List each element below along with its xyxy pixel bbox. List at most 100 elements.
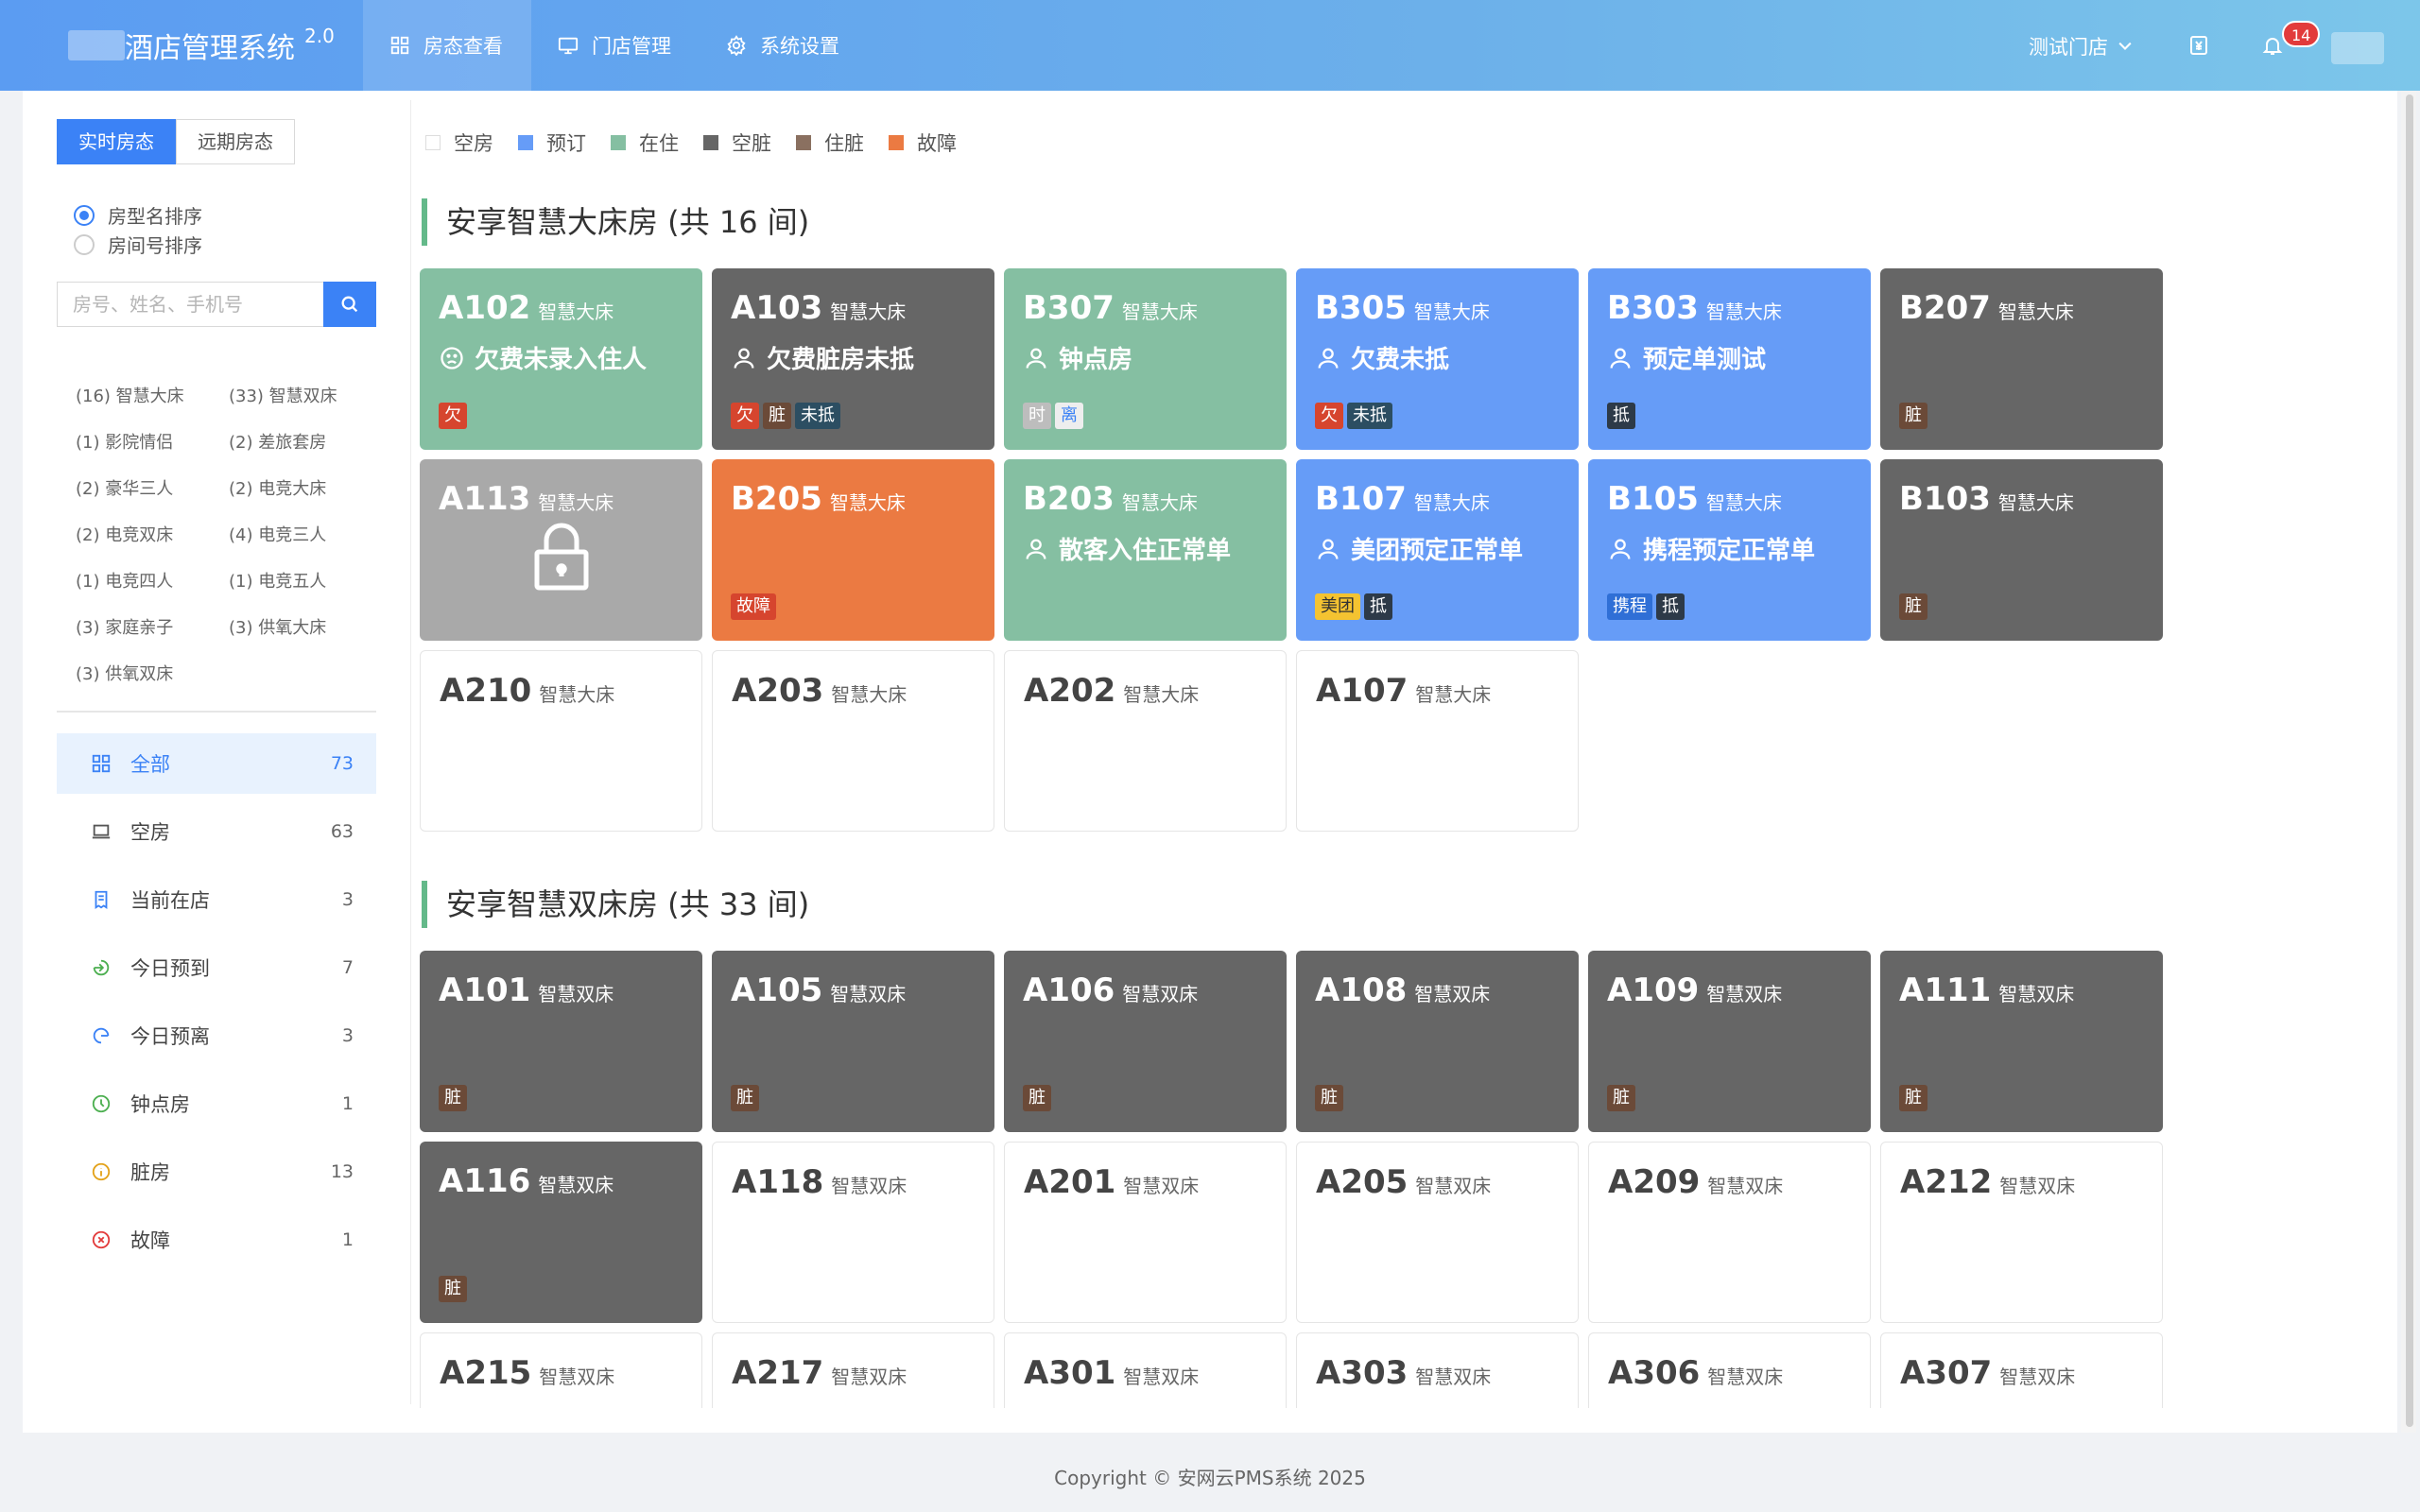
- room-card[interactable]: A118 智慧双床: [712, 1142, 994, 1323]
- room-card[interactable]: A111 智慧双床脏: [1880, 951, 2163, 1132]
- room-card[interactable]: B307 智慧大床 钟点房时离: [1004, 268, 1287, 450]
- room-number: A108: [1315, 971, 1408, 1009]
- room-type-item[interactable]: (2) 电竞大床: [229, 478, 378, 501]
- room-card[interactable]: A210 智慧大床: [420, 650, 702, 832]
- room-card[interactable]: A306 智慧双床: [1588, 1332, 1871, 1408]
- tab-future[interactable]: 远期房态: [176, 119, 295, 164]
- room-card[interactable]: B107 智慧大床 美团预定正常单 美团抵: [1296, 459, 1579, 641]
- store-selector[interactable]: 测试门店: [2029, 32, 2135, 60]
- room-card[interactable]: B303 智慧大床 预定单测试抵: [1588, 268, 1871, 450]
- room-card[interactable]: A209 智慧双床: [1588, 1142, 1871, 1323]
- status-tag: 脏: [1315, 1085, 1343, 1111]
- room-number: A203: [732, 672, 824, 710]
- room-card[interactable]: A113 智慧大床: [420, 459, 702, 641]
- room-type-item[interactable]: (1) 电竞五人: [229, 571, 378, 593]
- guest-info: 欠费未录入住人: [439, 340, 683, 375]
- room-type-item[interactable]: (3) 家庭亲子: [76, 617, 229, 640]
- nav-store-management[interactable]: 门店管理: [531, 0, 700, 91]
- notification-badge: 14: [2282, 21, 2321, 47]
- radio-unchecked[interactable]: [74, 233, 95, 255]
- status-tag: 抵: [1656, 593, 1685, 620]
- room-card[interactable]: A103 智慧大床 欠费脏房未抵欠脏未抵: [712, 268, 994, 450]
- room-type-item[interactable]: (16) 智慧大床: [76, 386, 229, 408]
- room-number: A106: [1023, 971, 1115, 1009]
- nav-room-status[interactable]: 房态查看: [363, 0, 531, 91]
- filter-item[interactable]: 今日预离 3: [57, 1005, 376, 1066]
- room-card[interactable]: A201 智慧双床: [1004, 1142, 1287, 1323]
- status-tag: 携程: [1607, 593, 1652, 620]
- room-card[interactable]: A203 智慧大床: [712, 650, 994, 832]
- room-type-item[interactable]: (2) 豪华三人: [76, 478, 229, 501]
- sort-by-type[interactable]: 房型名排序: [74, 200, 202, 230]
- filter-label: 当前在店: [130, 889, 210, 912]
- room-type-item[interactable]: (3) 供氧双床: [76, 663, 229, 686]
- guest-name: 欠费未录入住人: [475, 346, 648, 374]
- filter-item[interactable]: 今日预到 7: [57, 937, 376, 998]
- bell-icon[interactable]: [2261, 34, 2284, 57]
- room-card[interactable]: A108 智慧双床脏: [1296, 951, 1579, 1132]
- room-card[interactable]: A303 智慧双床: [1296, 1332, 1579, 1408]
- room-type: 智慧大床: [830, 301, 907, 323]
- status-tag: 时: [1023, 403, 1051, 429]
- room-type-item[interactable]: (1) 影院情侣: [76, 432, 229, 455]
- room-type-item[interactable]: (3) 供氧大床: [229, 617, 378, 640]
- room-card[interactable]: A205 智慧双床: [1296, 1142, 1579, 1323]
- user-icon: [1610, 539, 1631, 559]
- filter-item[interactable]: 当前在店 3: [57, 869, 376, 930]
- room-card[interactable]: B103 智慧大床脏: [1880, 459, 2163, 641]
- room-tags: 脏: [1899, 403, 1927, 429]
- filter-item[interactable]: 脏房 13: [57, 1142, 376, 1202]
- room-card[interactable]: A212 智慧双床: [1880, 1142, 2163, 1323]
- tab-realtime[interactable]: 实时房态: [57, 119, 176, 164]
- room-number: A212: [1900, 1163, 1993, 1201]
- room-number: A101: [439, 971, 531, 1009]
- yuan-icon[interactable]: [2187, 34, 2210, 57]
- room-type: 智慧大床: [1997, 491, 2074, 514]
- room-card[interactable]: B305 智慧大床 欠费未抵欠未抵: [1296, 268, 1579, 450]
- search-button[interactable]: [323, 282, 376, 327]
- legend-label: 空房: [454, 132, 493, 155]
- scrollbar-thumb[interactable]: [2406, 94, 2413, 1427]
- room-card[interactable]: A217 智慧双床: [712, 1332, 994, 1408]
- room-card[interactable]: A116 智慧双床脏: [420, 1142, 702, 1323]
- radio-checked[interactable]: [74, 204, 95, 226]
- avatar[interactable]: [2331, 32, 2384, 64]
- legend-item: 预订: [518, 129, 586, 157]
- filter-item[interactable]: 空房 63: [57, 801, 376, 862]
- filter-item[interactable]: 故障 1: [57, 1210, 376, 1270]
- room-card[interactable]: A105 智慧双床脏: [712, 951, 994, 1132]
- room-tags: 脏: [731, 1085, 759, 1111]
- room-card[interactable]: A215 智慧双床: [420, 1332, 702, 1408]
- room-card[interactable]: B205 智慧大床 故障: [712, 459, 994, 641]
- nav-label: 门店管理: [592, 35, 671, 58]
- room-card[interactable]: A102 智慧大床 欠费未录入住人欠: [420, 268, 702, 450]
- room-type-item[interactable]: (4) 电竞三人: [229, 524, 378, 547]
- filter-item[interactable]: 钟点房 1: [57, 1074, 376, 1134]
- room-type-item[interactable]: (2) 差旅套房: [229, 432, 378, 455]
- nav-system-settings[interactable]: 系统设置: [700, 0, 868, 91]
- guest-info: 欠费未抵: [1315, 340, 1560, 375]
- info-icon: [92, 1162, 111, 1181]
- sort-by-number[interactable]: 房间号排序: [74, 230, 202, 259]
- guest-name: 欠费脏房未抵: [767, 346, 915, 374]
- search-input[interactable]: [57, 282, 323, 327]
- room-card[interactable]: A106 智慧双床脏: [1004, 951, 1287, 1132]
- section-title: 安享智慧双床房 (共 33 间): [422, 881, 809, 928]
- room-number: A209: [1608, 1163, 1701, 1201]
- room-card[interactable]: A202 智慧大床: [1004, 650, 1287, 832]
- room-type-item[interactable]: (1) 电竞四人: [76, 571, 229, 593]
- room-card[interactable]: A301 智慧双床: [1004, 1332, 1287, 1408]
- filter-count: 7: [341, 957, 354, 978]
- room-grid-king: A102 智慧大床 欠费未录入住人欠 A103 智慧大床 欠费脏房未抵欠脏未抵 B307 智慧…: [420, 268, 2163, 832]
- room-type-item[interactable]: (33) 智慧双床: [229, 386, 378, 408]
- room-card[interactable]: B203 智慧大床 散客入住正常单: [1004, 459, 1287, 641]
- room-card[interactable]: A307 智慧双床: [1880, 1332, 2163, 1408]
- room-card[interactable]: A107 智慧大床: [1296, 650, 1579, 832]
- section-title: 安享智慧大床房 (共 16 间): [422, 198, 809, 246]
- room-type-item[interactable]: (2) 电竞双床: [76, 524, 229, 547]
- filter-item[interactable]: 全部 73: [57, 733, 376, 794]
- room-card[interactable]: B207 智慧大床脏: [1880, 268, 2163, 450]
- room-card[interactable]: A109 智慧双床脏: [1588, 951, 1871, 1132]
- room-card[interactable]: A101 智慧双床脏: [420, 951, 702, 1132]
- room-card[interactable]: B105 智慧大床 携程预定正常单 携程抵: [1588, 459, 1871, 641]
